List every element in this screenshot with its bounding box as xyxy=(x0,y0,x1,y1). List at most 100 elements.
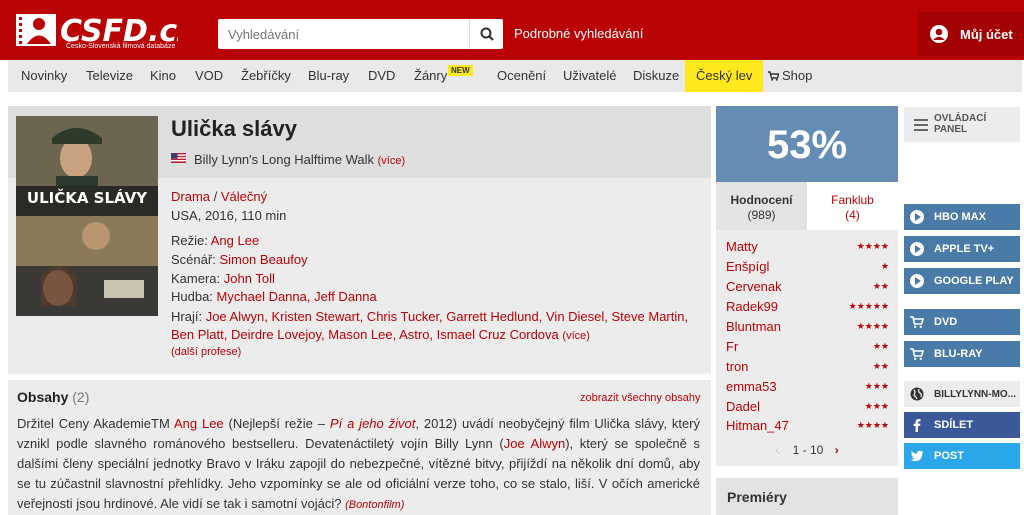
premieres-box[interactable]: Premiéry xyxy=(716,478,898,515)
nav-dvd[interactable]: DVD xyxy=(368,60,395,92)
bluray-button[interactable]: BLU-RAY xyxy=(904,341,1020,367)
facebook-icon xyxy=(913,419,921,432)
rating-user-link[interactable]: Cervenak xyxy=(726,279,782,294)
rating-row: Bluntman ★★★★ xyxy=(726,317,889,337)
nav-bluray[interactable]: Blu-ray xyxy=(308,60,349,92)
rating-user-link[interactable]: Enšpígl xyxy=(726,259,769,274)
plot-pi-link[interactable]: Pí a jeho život xyxy=(330,416,415,431)
nav-zebricky[interactable]: Žebříčky xyxy=(241,60,291,92)
rating-user-link[interactable]: Matty xyxy=(726,239,758,254)
play-icon xyxy=(910,210,924,224)
rating-row: emma53 ★★★ xyxy=(726,376,889,396)
rating-stars: ★★ xyxy=(872,281,889,292)
hbo-max-button[interactable]: HBO MAX xyxy=(904,204,1020,230)
cast-row: Hrají: Joe Alwyn, Kristen Stewart, Chris… xyxy=(171,308,691,345)
original-title-more-link[interactable]: (více) xyxy=(378,155,406,167)
plot-ang-lee-link[interactable]: Ang Lee xyxy=(174,416,224,431)
panel-line1: OVLÁDACÍ xyxy=(934,113,987,124)
control-panel-button[interactable]: OVLÁDACÍ PANEL xyxy=(904,107,1020,142)
google-play-label: GOOGLE PLAY xyxy=(934,275,1014,287)
rating-stars: ★★★ xyxy=(864,400,889,411)
twitter-icon xyxy=(910,450,924,462)
rating-stars: ★ xyxy=(880,261,889,272)
nav-cesky-lev[interactable]: Český lev xyxy=(685,60,764,92)
rating-row: Fr ★★ xyxy=(726,336,889,356)
facebook-share-button[interactable]: SDÍLET xyxy=(904,412,1020,438)
rating-user-link[interactable]: Dadel xyxy=(726,399,760,414)
svg-text:ULIČKA SLÁVY: ULIČKA SLÁVY xyxy=(27,188,148,207)
pager-prev-button[interactable]: ‹ xyxy=(775,443,779,457)
rating-row: tron ★★ xyxy=(726,356,889,376)
music-row: Hudba: Mychael Danna, Jeff Danna xyxy=(171,289,377,304)
genre-valecny-link[interactable]: Válečný xyxy=(221,189,267,204)
writer-label: Scénář: xyxy=(171,252,216,267)
nav-zanry[interactable]: Žánry xyxy=(414,60,447,92)
pager-next-button[interactable]: › xyxy=(835,443,839,457)
account-label: Můj účet xyxy=(960,27,1013,42)
rating-user-link[interactable]: Hitman_47 xyxy=(726,418,789,433)
cast-more-link[interactable]: (více) xyxy=(562,330,590,342)
writer-link[interactable]: Simon Beaufoy xyxy=(219,252,307,267)
nav-kino[interactable]: Kino xyxy=(150,60,176,92)
hbo-max-label: HBO MAX xyxy=(934,211,986,223)
show-all-plots-link[interactable]: zobrazit všechny obsahy xyxy=(580,392,700,404)
apple-tv-button[interactable]: APPLE TV+ xyxy=(904,236,1020,262)
nav-diskuze[interactable]: Diskuze xyxy=(633,60,679,92)
original-title: Billy Lynn's Long Halftime Walk (více) xyxy=(194,152,406,167)
tab-ratings-count: (989) xyxy=(747,208,776,222)
cast-links[interactable]: Joe Alwyn, Kristen Stewart, Chris Tucker… xyxy=(171,309,688,342)
official-website-link[interactable]: BILLYLYNN-MO... xyxy=(904,381,1020,407)
rating-stars: ★★★★ xyxy=(856,241,889,252)
rating-user-link[interactable]: Fr xyxy=(726,339,738,354)
usa-flag-icon xyxy=(171,153,186,163)
account-button[interactable]: Můj účet xyxy=(918,12,1024,56)
rating-user-link[interactable]: Bluntman xyxy=(726,319,781,334)
dvd-button[interactable]: DVD xyxy=(904,309,1020,335)
other-professions-link[interactable]: (další profese) xyxy=(171,346,241,358)
plot-source: (Bontonfilm) xyxy=(345,499,405,511)
genre-separator: / xyxy=(210,189,221,204)
music-link[interactable]: Mychael Danna, Jeff Danna xyxy=(217,289,377,304)
nav-televize[interactable]: Televize xyxy=(86,60,133,92)
menu-icon xyxy=(914,119,928,134)
google-play-button[interactable]: GOOGLE PLAY xyxy=(904,268,1020,294)
tab-ratings[interactable]: Hodnocení (989) xyxy=(716,182,807,230)
search-input[interactable] xyxy=(218,19,468,49)
search-button[interactable] xyxy=(469,19,503,49)
nav-shop[interactable]: Shop xyxy=(782,60,812,92)
site-header: CSFD.cz Česko-Slovenská filmová databáze… xyxy=(0,0,1024,60)
rating-stars: ★★★ xyxy=(864,380,889,391)
nav-vod[interactable]: VOD xyxy=(195,60,223,92)
tab-ratings-label: Hodnocení xyxy=(730,193,793,207)
plot-heading: Obsahy (2) xyxy=(17,389,90,405)
tab-fanclub[interactable]: Fanklub (4) xyxy=(807,182,898,230)
director-link[interactable]: Ang Lee xyxy=(211,233,259,248)
genre-drama-link[interactable]: Drama xyxy=(171,189,210,204)
search-icon xyxy=(480,27,494,41)
website-label: BILLYLYNN-MO... xyxy=(934,388,1017,400)
rating-row: Matty ★★★★ xyxy=(726,237,889,257)
rating-row: Radek99 ★★★★★ xyxy=(726,297,889,317)
film-origin-meta: USA, 2016, 110 min xyxy=(171,208,287,223)
dvd-label: DVD xyxy=(934,316,958,328)
rating-user-link[interactable]: emma53 xyxy=(726,379,777,394)
nav-uzivatele[interactable]: Uživatelé xyxy=(563,60,616,92)
camera-link[interactable]: John Toll xyxy=(224,271,275,286)
plot-text: Držitel Ceny AkademieTM Ang Lee (Nejlepš… xyxy=(17,416,701,511)
rating-user-link[interactable]: Radek99 xyxy=(726,299,778,314)
nav-novinky[interactable]: Novinky xyxy=(21,60,67,92)
film-title: Ulička slávy xyxy=(171,116,297,141)
post-label: POST xyxy=(934,450,964,462)
twitter-post-button[interactable]: POST xyxy=(904,443,1020,469)
play-icon xyxy=(910,274,924,288)
rating-stars: ★★★★ xyxy=(856,321,889,331)
logo-tagline: Česko-Slovenská filmová databáze xyxy=(66,43,176,50)
rating-user-link[interactable]: tron xyxy=(726,359,748,374)
plot-count: (2) xyxy=(72,389,90,405)
plot-joe-alwyn-link[interactable]: Joe Alwyn xyxy=(504,436,566,451)
nav-oceneni[interactable]: Ocenění xyxy=(497,60,546,92)
rating-row: Cervenak ★★ xyxy=(726,277,889,297)
advanced-search-link[interactable]: Podrobné vyhledávání xyxy=(514,26,643,41)
camera-label: Kamera: xyxy=(171,271,221,286)
film-poster[interactable]: ULIČKA SLÁVY xyxy=(16,116,158,316)
